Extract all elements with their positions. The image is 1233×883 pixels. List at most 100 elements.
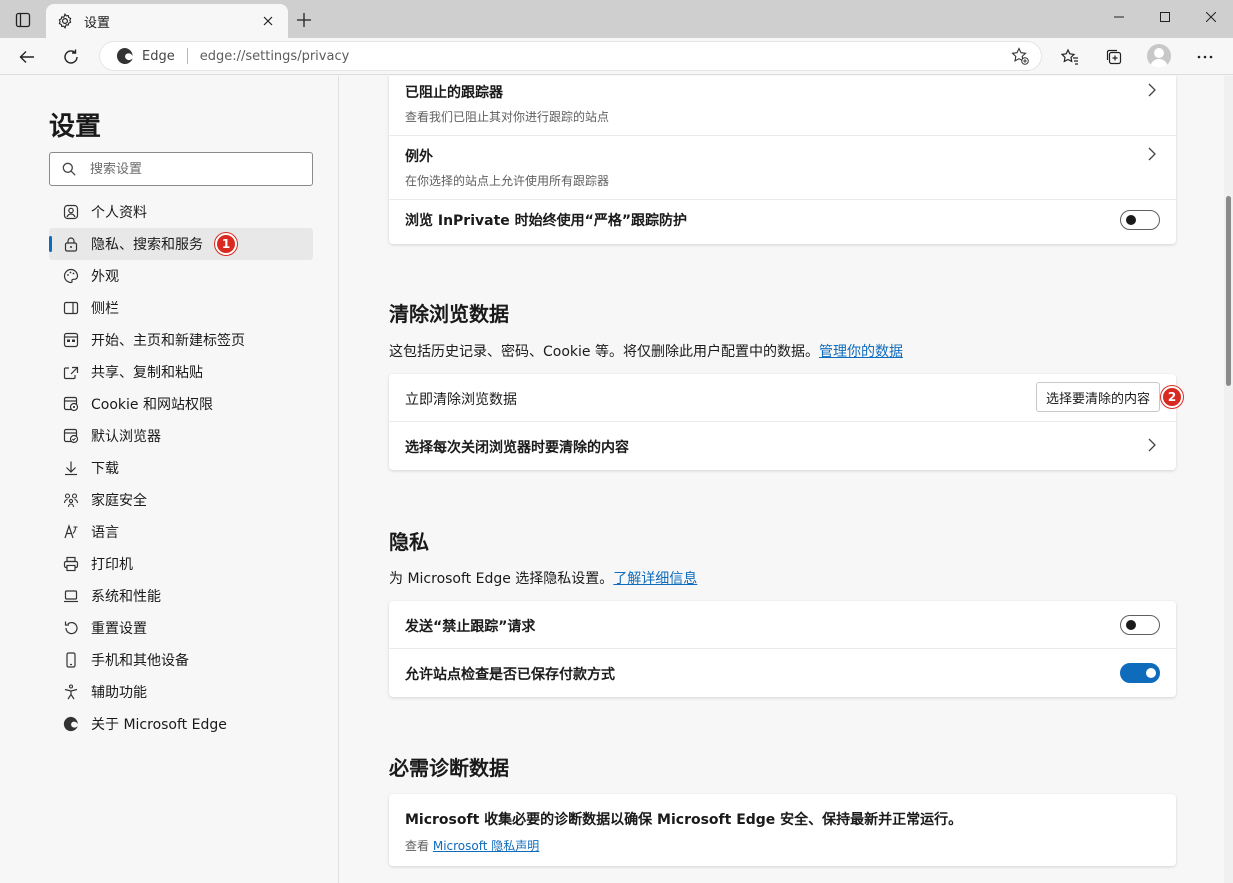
do-not-track-label: 发送“禁止跟踪”请求 bbox=[405, 619, 536, 635]
sidebar-item-printers[interactable]: 打印机 bbox=[49, 548, 313, 580]
sidebar-item-languages[interactable]: 语言 bbox=[49, 516, 313, 548]
privacy-description: 为 Microsoft Edge 选择隐私设置。了解详细信息 bbox=[389, 568, 697, 588]
sidebar-item-label: 重置设置 bbox=[91, 621, 147, 637]
diagnostics-heading: 必需诊断数据 bbox=[389, 756, 509, 780]
tab-actions-button[interactable] bbox=[8, 6, 38, 34]
maximize-button[interactable] bbox=[1142, 0, 1188, 34]
avatar-head bbox=[1154, 48, 1164, 58]
sidebar-item-label: 个人资料 bbox=[91, 205, 147, 221]
default-browser-icon bbox=[63, 428, 79, 444]
refresh-button[interactable] bbox=[56, 42, 86, 72]
sidebar-icon bbox=[63, 300, 79, 316]
toggle-knob bbox=[1146, 668, 1156, 678]
scrollbar-thumb[interactable] bbox=[1226, 196, 1231, 386]
search-input[interactable] bbox=[90, 161, 290, 177]
exceptions-row[interactable]: 例外 在你选择的站点上允许使用所有跟踪器 bbox=[389, 136, 1176, 200]
home-tabs-icon bbox=[63, 332, 79, 348]
diagnostics-row: Microsoft 收集必要的诊断数据以确保 Microsoft Edge 安全… bbox=[389, 794, 1176, 866]
sidebar-item-appearance[interactable]: 外观 bbox=[49, 260, 313, 292]
manage-data-link[interactable]: 管理你的数据 bbox=[819, 344, 903, 360]
sidebar-item-label: 开始、主页和新建标签页 bbox=[91, 333, 245, 349]
sidebar-item-system[interactable]: 系统和性能 bbox=[49, 580, 313, 612]
privacy-heading: 隐私 bbox=[389, 530, 429, 554]
sidebar-item-accessibility[interactable]: 辅助功能 bbox=[49, 676, 313, 708]
sidebar-item-family[interactable]: 家庭安全 bbox=[49, 484, 313, 516]
edge-logo-icon bbox=[63, 716, 79, 732]
sidebar-item-label: 默认浏览器 bbox=[91, 429, 161, 445]
blocked-trackers-subtitle: 查看我们已阻止其对你进行跟踪的站点 bbox=[405, 110, 610, 124]
collections-button[interactable] bbox=[1099, 42, 1129, 72]
chevron-right-icon bbox=[1148, 83, 1156, 97]
toggle-knob bbox=[1126, 620, 1136, 630]
more-menu-button[interactable] bbox=[1190, 42, 1220, 72]
inprivate-strict-toggle[interactable] bbox=[1120, 210, 1160, 230]
sidebar-item-privacy[interactable]: 隐私、搜索和服务 1 bbox=[49, 228, 313, 260]
edge-logo-icon bbox=[116, 47, 133, 64]
payment-check-toggle[interactable] bbox=[1120, 663, 1160, 683]
clear-now-label: 立即清除浏览数据 bbox=[405, 392, 517, 408]
url-text[interactable]: edge://settings/privacy bbox=[200, 49, 1005, 64]
sidebar-item-share[interactable]: 共享、复制和粘贴 bbox=[49, 356, 313, 388]
toggle-knob bbox=[1126, 215, 1136, 225]
sidebar-item-label: 下载 bbox=[91, 461, 119, 477]
palette-icon bbox=[63, 268, 79, 284]
main-scrollbar[interactable] bbox=[1224, 76, 1233, 883]
inprivate-strict-row: 浏览 InPrivate 时始终使用“严格”跟踪防护 bbox=[389, 200, 1176, 244]
settings-main: 已阻止的跟踪器 查看我们已阻止其对你进行跟踪的站点 例外 在你选择的站点上允许使… bbox=[340, 76, 1224, 883]
close-tab-button[interactable] bbox=[258, 11, 278, 31]
close-icon bbox=[1206, 12, 1216, 22]
sidebar-item-phone[interactable]: 手机和其他设备 bbox=[49, 644, 313, 676]
clear-data-desc-text: 这包括历史记录、密码、Cookie 等。将仅删除此用户配置中的数据。 bbox=[389, 344, 819, 360]
sidebar-item-about[interactable]: 关于 Microsoft Edge bbox=[49, 708, 313, 740]
annotation-badge-1: 1 bbox=[215, 233, 237, 255]
sidebar-item-default-browser[interactable]: 默认浏览器 bbox=[49, 420, 313, 452]
chevron-right-icon bbox=[1148, 438, 1156, 452]
active-tab[interactable]: 设置 bbox=[46, 4, 288, 38]
laptop-icon bbox=[63, 588, 79, 604]
tab-actions-icon bbox=[15, 12, 31, 28]
close-window-button[interactable] bbox=[1188, 0, 1233, 34]
search-icon bbox=[62, 161, 78, 177]
sidebar-item-label: 系统和性能 bbox=[91, 589, 161, 605]
blocked-trackers-row[interactable]: 已阻止的跟踪器 查看我们已阻止其对你进行跟踪的站点 bbox=[389, 76, 1176, 136]
sidebar-item-downloads[interactable]: 下载 bbox=[49, 452, 313, 484]
sidebar-item-profiles[interactable]: 个人资料 bbox=[49, 196, 313, 228]
sidebar-item-label: 关于 Microsoft Edge bbox=[91, 717, 227, 733]
address-bar[interactable]: Edge edge://settings/privacy bbox=[99, 41, 1042, 71]
do-not-track-toggle[interactable] bbox=[1120, 615, 1160, 635]
profile-icon bbox=[63, 204, 79, 220]
minimize-button[interactable] bbox=[1096, 0, 1142, 34]
sidebar-item-cookies[interactable]: Cookie 和网站权限 bbox=[49, 388, 313, 420]
profile-avatar[interactable] bbox=[1147, 44, 1171, 68]
add-favorite-button[interactable] bbox=[1005, 41, 1035, 71]
settings-nav: 个人资料 隐私、搜索和服务 1 外观 侧栏 开始、主页和新建标签页 共享、复制和… bbox=[49, 196, 313, 740]
avatar-body bbox=[1150, 59, 1168, 68]
privacy-card: 发送“禁止跟踪”请求 允许站点检查是否已保存付款方式 bbox=[389, 601, 1176, 697]
sidebar-item-sidebar[interactable]: 侧栏 bbox=[49, 292, 313, 324]
maximize-icon bbox=[1160, 12, 1170, 22]
favorites-button[interactable] bbox=[1055, 42, 1085, 72]
learn-more-link[interactable]: 了解详细信息 bbox=[613, 571, 697, 587]
choose-what-to-clear-button[interactable]: 选择要清除的内容 bbox=[1035, 382, 1160, 412]
refresh-icon bbox=[64, 49, 78, 64]
new-tab-button[interactable] bbox=[291, 7, 317, 33]
clear-on-close-row[interactable]: 选择每次关闭浏览器时要清除的内容 bbox=[389, 422, 1176, 470]
back-button[interactable] bbox=[12, 42, 42, 72]
sidebar-item-label: 外观 bbox=[91, 269, 119, 285]
collections-icon bbox=[1106, 49, 1122, 65]
search-box[interactable] bbox=[49, 152, 313, 186]
sidebar-item-start-home[interactable]: 开始、主页和新建标签页 bbox=[49, 324, 313, 356]
clear-data-heading: 清除浏览数据 bbox=[389, 302, 509, 326]
clear-now-row: 立即清除浏览数据 选择要清除的内容 bbox=[389, 374, 1176, 422]
exceptions-subtitle: 在你选择的站点上允许使用所有跟踪器 bbox=[405, 174, 610, 188]
favorites-icon bbox=[1061, 48, 1078, 65]
sidebar-item-label: 隐私、搜索和服务 bbox=[91, 237, 203, 253]
sidebar-item-reset[interactable]: 重置设置 bbox=[49, 612, 313, 644]
diagnostics-text: Microsoft 收集必要的诊断数据以确保 Microsoft Edge 安全… bbox=[405, 812, 963, 828]
privacy-statement-link[interactable]: Microsoft 隐私声明 bbox=[433, 839, 539, 853]
sidebar-item-label: 打印机 bbox=[91, 557, 133, 573]
payment-check-label: 允许站点检查是否已保存付款方式 bbox=[405, 667, 615, 683]
diagnostics-card: Microsoft 收集必要的诊断数据以确保 Microsoft Edge 安全… bbox=[389, 794, 1176, 866]
cookie-permissions-icon bbox=[63, 396, 79, 412]
arrow-left-icon bbox=[19, 51, 34, 63]
